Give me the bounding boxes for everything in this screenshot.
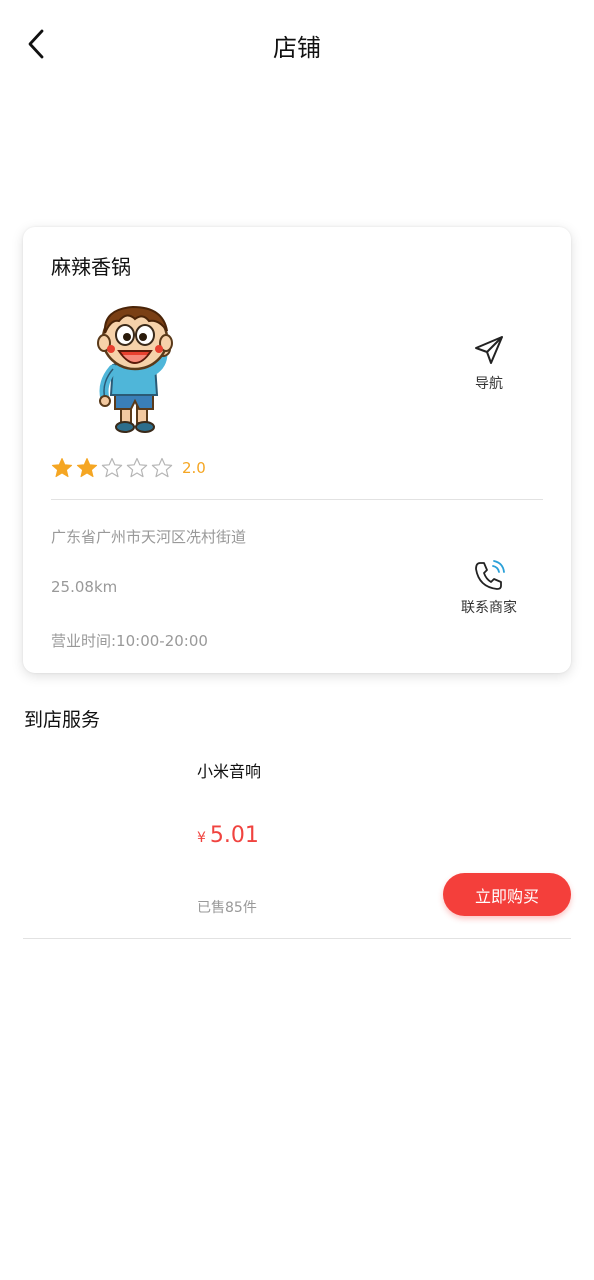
star-filled-icon [76,458,98,478]
shop-rating: 2.0 [51,457,206,479]
navigation-arrow-icon [475,336,503,364]
cartoon-boy-avatar [97,305,173,433]
business-hours: 营业时间:10:00-20:00 [51,632,208,650]
shop-card: 麻辣香锅 导航 2.0 广东省广州市天河区冼村街道 25.08km 营业时间:1… [23,227,571,673]
product-price: ¥ 5.01 [197,823,259,848]
currency-symbol: ¥ [197,830,206,846]
product-image [23,755,183,915]
page-title: 店铺 [273,34,321,62]
product-name: 小米音响 [197,762,262,781]
shop-address: 广东省广州市天河区冼村街道 [51,528,247,546]
phone-icon [475,560,505,590]
shop-name: 麻辣香锅 [51,255,131,279]
section-title: 到店服务 [24,709,101,731]
star-empty-icon [151,457,173,478]
rating-value: 2.0 [182,459,206,477]
contact-merchant-button[interactable]: 联系商家 [449,557,529,617]
card-divider [51,499,543,500]
contact-merchant-label: 联系商家 [461,600,517,616]
rating-stars [51,457,173,479]
price-amount: 5.01 [209,823,259,848]
shop-avatar [83,303,183,439]
shop-distance: 25.08km [51,578,118,596]
sold-count: 已售85件 [197,900,257,916]
top-bar: 店铺 [0,0,594,90]
product-item[interactable]: 小米音响 ¥ 5.01 已售85件 立即购买 [23,745,571,939]
star-filled-icon [51,458,73,478]
star-empty-icon [126,457,148,478]
navigation-label: 导航 [475,376,503,392]
navigation-button[interactable]: 导航 [459,333,519,393]
star-empty-icon [101,457,123,478]
buy-now-button[interactable]: 立即购买 [443,873,571,916]
